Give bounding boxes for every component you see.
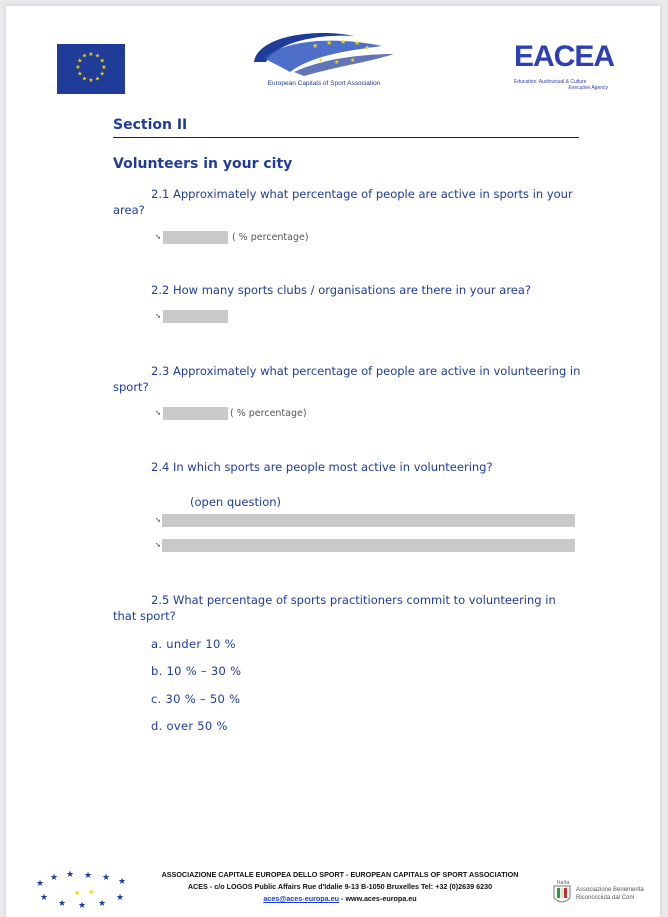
svg-text:★: ★ [40,893,48,903]
eacea-subtitle: Education, Audiovisual & Culture Executi… [514,79,614,91]
svg-text:★: ★ [66,870,74,880]
eacea-sub-line2: Executive Agency [568,85,608,91]
question-number: 2.3 [151,364,170,378]
field-marker-icon: ➘ [155,312,161,320]
answer-field-2-1[interactable]: ➘ ( % percentage) [155,231,335,244]
svg-text:★: ★ [340,38,346,46]
svg-text:★: ★ [95,75,100,82]
field-marker-icon: ➘ [155,409,161,417]
option-d[interactable]: d. over 50 % [151,719,228,733]
svg-text:★: ★ [88,51,93,58]
coni-line1: Associazione Benemerita [576,887,644,893]
svg-text:★: ★ [88,888,94,896]
svg-text:★: ★ [100,71,105,78]
svg-text:★: ★ [98,899,106,909]
svg-text:★: ★ [312,42,318,50]
footer-line2: ACES - c/o LOGOS Public Affairs Rue d'Id… [187,882,493,891]
aces-logo: ★ ★ ★ ★ ★ ★ ★ ★ European Capitals of Spo… [244,28,404,98]
svg-text:★: ★ [50,873,58,883]
field-marker-icon: ➘ [155,516,161,524]
svg-text:★: ★ [364,44,370,52]
option-b[interactable]: b. 10 % – 30 % [151,664,241,678]
svg-text:★: ★ [77,71,82,78]
svg-text:★: ★ [82,75,87,82]
question-2-4: 2.4 In which sports are people most acti… [113,459,581,475]
svg-text:★: ★ [78,901,86,910]
aces-swoosh-icon: ★ ★ ★ ★ ★ ★ ★ ★ [254,33,394,76]
svg-text:★: ★ [88,77,93,84]
question-text: Approximately what percentage of people … [113,364,581,394]
svg-text:★: ★ [82,53,87,60]
coni-italia-label: Italia [557,880,570,886]
option-a[interactable]: a. under 10 % [151,637,236,651]
field-marker-icon: ➘ [155,541,161,549]
input-box[interactable] [163,231,228,244]
unit-label: ( % percentage) [230,408,307,419]
question-number: 2.2 [151,283,170,297]
footer-line3: aces@aces-europa.eu - www.aces-europa.eu [106,893,574,905]
coni-line2: Riconosciuta dal Coni [576,895,635,901]
question-2-1: 2.1 Approximately what percentage of peo… [113,186,581,218]
answer-field-2-2[interactable]: ➘ [155,310,235,323]
eu-stars: ★ ★ ★ ★ ★ ★ ★ ★ ★ ★ ★ ★ [75,51,106,84]
answer-field-2-3[interactable]: ➘ ( % percentage) [155,407,335,420]
answer-field-2-4-line2[interactable]: ➘ [155,539,575,552]
input-box[interactable] [162,539,575,552]
svg-text:★: ★ [58,899,66,909]
svg-text:★: ★ [326,39,332,47]
question-number: 2.4 [151,460,170,474]
section-title: Section II [113,117,188,133]
footer-line1: ASSOCIAZIONE CAPITALE EUROPEA DELLO SPOR… [161,870,519,879]
footer-address: ASSOCIAZIONE CAPITALE EUROPEA DELLO SPOR… [106,869,574,905]
aces-org-name: European Capitals of Sport Association [267,80,381,87]
field-marker-icon: ➘ [155,233,161,241]
input-box[interactable] [163,407,228,420]
footer-email-link[interactable]: aces@aces-europa.eu [263,894,339,903]
question-2-2: 2.2 How many sports clubs / organisation… [113,282,581,298]
svg-text:★: ★ [74,889,80,897]
section-divider [113,137,579,138]
eacea-wordmark: EACEA [514,40,615,73]
svg-text:★: ★ [75,64,80,71]
svg-text:★: ★ [354,39,360,47]
section-subtitle: Volunteers in your city [113,156,293,172]
input-box[interactable] [162,514,575,527]
question-2-5: 2.5 What percentage of sports practition… [113,592,581,624]
question-number: 2.5 [151,593,170,607]
question-number: 2.1 [151,187,170,201]
coni-badge: Italia Associazione Benemerita Riconosci… [546,874,664,908]
answer-field-2-4-line1[interactable]: ➘ [155,514,575,527]
document-page: ★ ★ ★ ★ ★ ★ ★ ★ ★ ★ ★ ★ ★ ★ ★ ★ ★ ★ ★ ★ … [6,6,660,917]
svg-text:★: ★ [334,59,339,66]
svg-text:★: ★ [84,871,92,881]
open-question-note: (open question) [190,495,282,509]
eacea-logo: EACEA Education, Audiovisual & Culture E… [506,36,616,102]
footer-website: www.aces-europa.eu [345,894,417,903]
svg-text:★: ★ [318,57,323,64]
eu-flag-logo: ★ ★ ★ ★ ★ ★ ★ ★ ★ ★ ★ ★ [57,44,125,94]
question-text: In which sports are people most active i… [172,460,493,474]
question-text: What percentage of sports practitioners … [113,593,556,623]
svg-text:★: ★ [36,879,44,889]
coni-text: Associazione Benemerita Riconosciuta dal… [576,886,644,902]
svg-text:★: ★ [350,57,355,64]
question-text: How many sports clubs / organisations ar… [172,283,532,297]
input-box[interactable] [163,310,228,323]
question-2-3: 2.3 Approximately what percentage of peo… [113,363,581,395]
unit-label: ( % percentage) [232,232,309,243]
option-c[interactable]: c. 30 % – 50 % [151,692,240,706]
question-text: Approximately what percentage of people … [113,187,573,217]
